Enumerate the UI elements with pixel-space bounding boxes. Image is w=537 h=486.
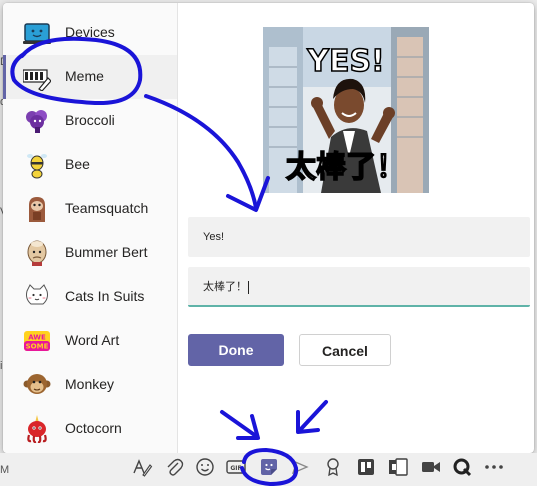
sidebar-item-label: Bee [65, 156, 90, 172]
meme-bottom-text-value: 太棒了！ [203, 281, 247, 293]
forms-icon[interactable] [387, 456, 409, 478]
more-icon[interactable] [483, 456, 505, 478]
attach-icon[interactable] [163, 456, 185, 478]
sidebar-item-label: Bummer Bert [65, 244, 148, 260]
sidebar-item-devices[interactable]: Devices [3, 11, 177, 55]
meme-bottom-text-field[interactable]: 太棒了！ [188, 267, 530, 307]
sidebar-item-label: Meme [65, 68, 104, 84]
sticker-icon[interactable] [258, 456, 280, 478]
gif-icon[interactable]: GIF [225, 456, 247, 478]
meme-preview-image: YES! 太棒了！ [263, 27, 429, 193]
word-art-icon: AWE SOME [24, 331, 50, 351]
sidebar-item-word-art[interactable]: AWE SOME Word Art [3, 319, 177, 363]
meme-top-text-value: Yes! [203, 231, 225, 243]
teamsquatch-icon [29, 197, 45, 222]
q-icon[interactable] [451, 456, 473, 478]
sidebar-item-cats-in-suits[interactable]: Cats In Suits [3, 275, 177, 319]
format-icon[interactable] [131, 456, 153, 478]
meet-now-icon[interactable] [420, 456, 442, 478]
text-caret [248, 280, 249, 294]
gif-icon-label: GIF [230, 465, 241, 472]
cancel-button[interactable]: Cancel [299, 334, 391, 366]
sidebar-item-label: Teamsquatch [65, 200, 149, 216]
sidebar-item-label: Broccoli [65, 112, 115, 128]
bee-icon [27, 154, 47, 179]
edge-letter: M [0, 464, 10, 476]
sidebar-item-broccoli[interactable]: Broccoli [3, 99, 177, 143]
sidebar-item-octocorn[interactable]: Octocorn [3, 407, 177, 451]
send-icon[interactable] [289, 456, 311, 478]
sticker-picker-panel: Devices Meme Broccoli Bee Teamsquatch Bu… [3, 3, 534, 453]
planner-icon[interactable] [355, 456, 377, 478]
octocorn-icon [27, 415, 47, 443]
sidebar-item-label: Word Art [65, 332, 120, 348]
meme-top-text-field[interactable]: Yes! [188, 217, 530, 257]
word-art-text-bottom: SOME [26, 343, 49, 351]
sidebar-item-bee[interactable]: Bee [3, 143, 177, 187]
meme-top-text: YES! [306, 44, 385, 79]
meme-bottom-text: 太棒了！ [286, 150, 406, 185]
praise-icon[interactable] [322, 456, 344, 478]
meme-icon [23, 69, 51, 91]
devices-icon [23, 23, 51, 44]
bummer-bert-icon [27, 240, 47, 266]
word-art-text-top: AWE [28, 334, 46, 342]
done-button[interactable]: Done [188, 334, 284, 366]
sticker-category-sidebar: Devices Meme Broccoli Bee Teamsquatch Bu… [3, 3, 178, 453]
sidebar-item-bummer-bert[interactable]: Bummer Bert [3, 231, 177, 275]
sidebar-item-meme[interactable]: Meme [3, 55, 177, 99]
sidebar-item-label: Devices [65, 24, 115, 40]
emoji-icon[interactable] [194, 456, 216, 478]
sidebar-item-label: Cats In Suits [65, 288, 145, 304]
broccoli-icon [26, 110, 47, 133]
cats-in-suits-icon [26, 284, 48, 305]
sidebar-item-monkey[interactable]: Monkey [3, 363, 177, 407]
sidebar-item-teamsquatch[interactable]: Teamsquatch [3, 187, 177, 231]
monkey-icon [23, 374, 51, 394]
sidebar-item-label: Octocorn [65, 420, 122, 436]
sidebar-item-label: Monkey [65, 376, 115, 392]
